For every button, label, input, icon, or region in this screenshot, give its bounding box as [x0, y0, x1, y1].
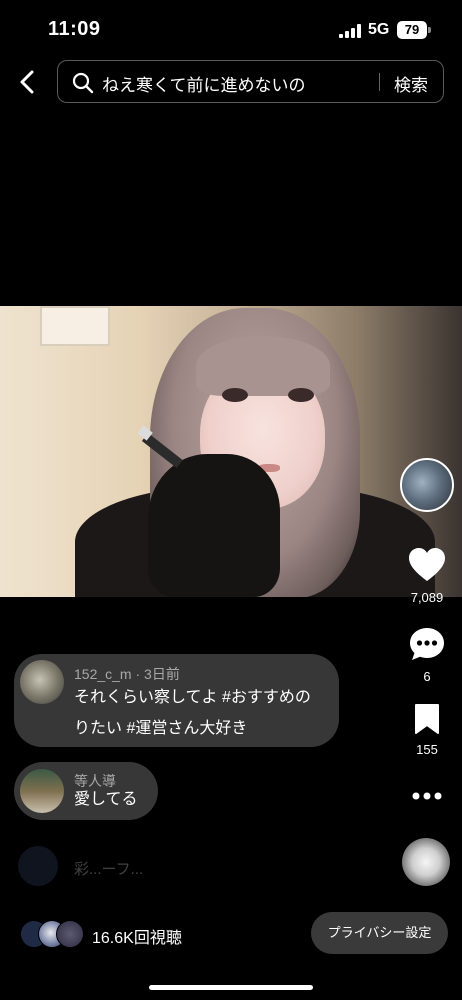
comment-button[interactable]: 6: [402, 626, 452, 684]
comment-bubble-icon: [410, 628, 444, 660]
chevron-left-icon: [20, 70, 34, 94]
video-glove: [148, 454, 280, 597]
like-count: 7,089: [410, 590, 444, 605]
status-time: 11:09: [48, 18, 101, 40]
bookmark-icon: [415, 704, 439, 734]
network-label: 5G: [368, 21, 390, 38]
video-eye-left: [222, 388, 248, 402]
search-divider: [379, 73, 380, 91]
search-input[interactable]: ねえ寒くて前に進めないの: [102, 71, 306, 96]
signal-icon: [339, 24, 361, 38]
faded-comment: 彩...ーフ...: [18, 846, 178, 886]
view-count-label: 16.6K回視聴: [92, 930, 182, 947]
video-player[interactable]: [0, 306, 462, 597]
comment-text-line: りたい #運営さん大好き: [74, 720, 248, 737]
video-eye-right: [288, 388, 314, 402]
commenter-name[interactable]: 152_c_m: [74, 666, 132, 682]
privacy-settings-button[interactable]: プライバシー設定: [311, 912, 448, 954]
more-dots-icon[interactable]: [408, 786, 446, 806]
viewer-avatar: [56, 920, 84, 948]
video-bangs: [196, 336, 330, 396]
home-indicator[interactable]: [149, 985, 313, 990]
back-button[interactable]: [12, 64, 44, 100]
search-button[interactable]: 検索: [394, 71, 428, 96]
faded-comment-avatar: [18, 846, 58, 886]
heart-icon: [409, 548, 445, 581]
comment-meta: 152_c_m · 3日前: [74, 664, 180, 684]
sound-disc-avatar[interactable]: [402, 838, 450, 886]
commenter-avatar[interactable]: [20, 769, 64, 813]
comment-text: 愛してる: [74, 791, 138, 808]
comment-text-line: それくらい察してよ #おすすめの: [74, 689, 311, 706]
like-button[interactable]: 7,089: [402, 547, 452, 605]
search-bar[interactable]: ねえ寒くて前に進めないの 検索: [57, 60, 444, 103]
video-background-window: [40, 306, 110, 346]
search-icon: [72, 72, 94, 94]
comment-separator: ·: [135, 666, 141, 682]
comment-bubble[interactable]: 152_c_m · 3日前 それくらい察してよ #おすすめの りたい #運営さん…: [14, 654, 339, 747]
faded-comment-text: 彩...ーフ...: [74, 861, 144, 878]
battery-tip: [428, 27, 431, 33]
comment-text: それくらい察してよ #おすすめの りたい #運営さん大好き: [74, 682, 336, 744]
save-button[interactable]: 155: [402, 703, 452, 757]
comment-bubble[interactable]: 等人導 愛してる: [14, 762, 158, 820]
save-count: 155: [416, 742, 438, 757]
battery-icon: 79: [397, 21, 431, 39]
comment-count: 6: [423, 669, 431, 684]
battery-level: 79: [397, 21, 427, 39]
comment-time: 3日前: [144, 666, 180, 682]
creator-avatar[interactable]: [400, 458, 454, 512]
status-bar: 11:09 5G 79: [0, 0, 462, 56]
commenter-avatar[interactable]: [20, 660, 64, 704]
